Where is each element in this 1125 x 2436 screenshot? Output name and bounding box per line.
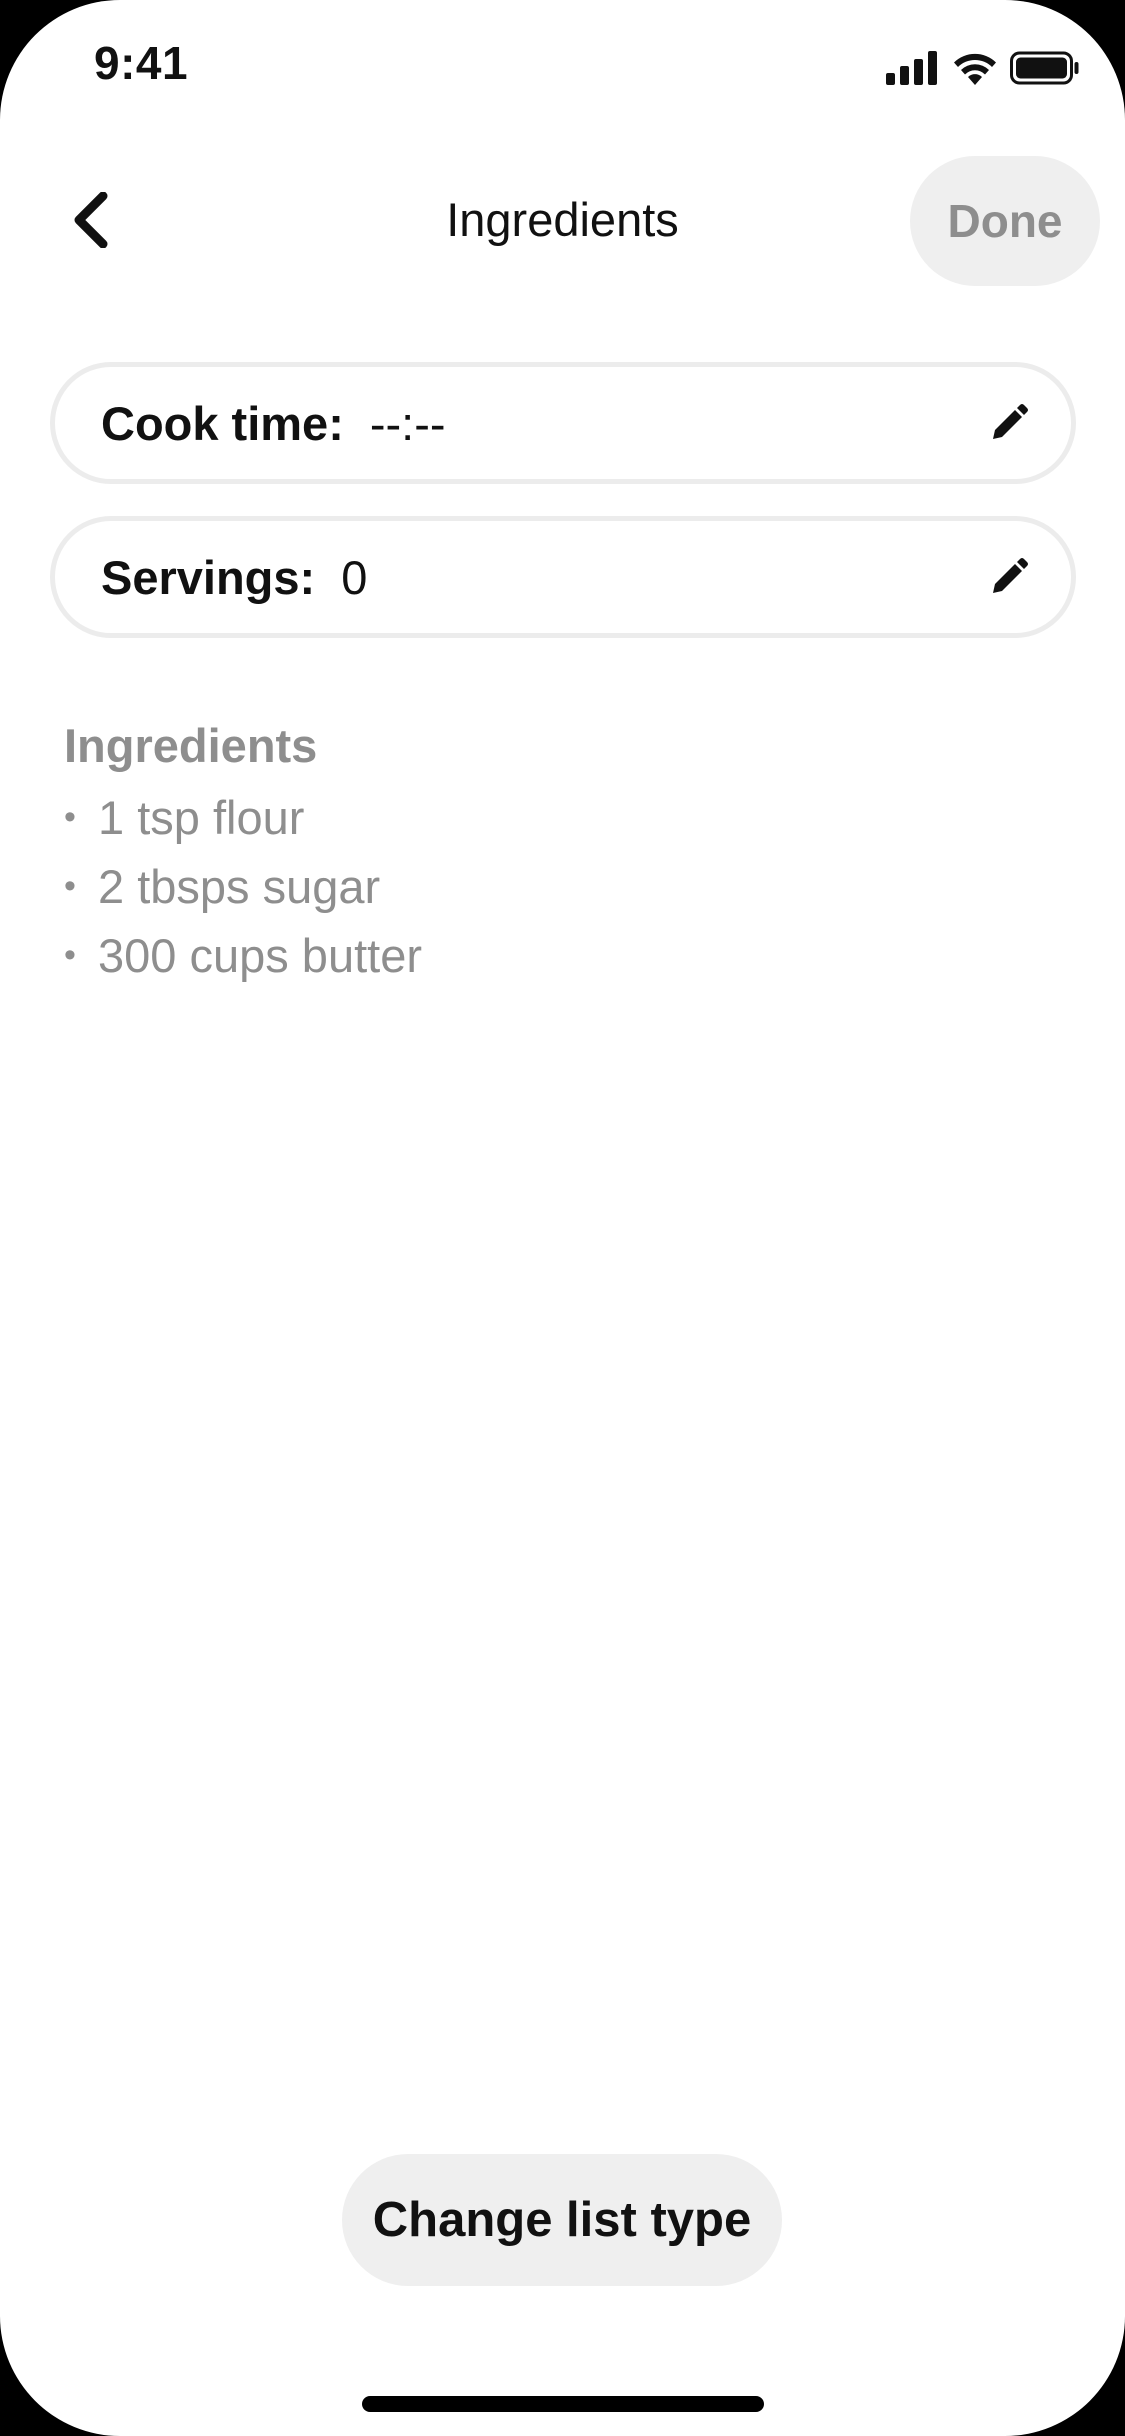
cook-time-value: --:-- — [369, 396, 446, 450]
change-list-type-button[interactable]: Change list type — [342, 2154, 782, 2286]
ingredient-text: 1 tsp flour — [98, 791, 305, 844]
bullet: • — [64, 798, 76, 836]
bullet: • — [64, 936, 76, 974]
ingredients-heading: Ingredients — [64, 719, 318, 772]
cellular-signal-icon — [886, 50, 940, 90]
wifi-icon — [952, 51, 998, 90]
status-time: 9:41 — [94, 37, 189, 89]
ingredients-list: • 1 tsp flour • 2 tbsps sugar • 300 cups… — [64, 783, 422, 990]
servings-label: Servings: — [101, 550, 316, 604]
ingredients-text[interactable]: Ingredients • 1 tsp flour • 2 tbsps suga… — [64, 714, 422, 990]
pencil-icon[interactable] — [987, 555, 1031, 599]
pencil-icon[interactable] — [987, 401, 1031, 445]
status-icons — [886, 50, 1080, 90]
bullet: • — [64, 867, 76, 905]
ingredients-screen: 9:41 Ingredients Done Cook time: --:-- S… — [0, 0, 1125, 2436]
ingredient-text: 2 tbsps sugar — [98, 860, 381, 913]
done-button[interactable]: Done — [910, 156, 1100, 286]
list-item: • 2 tbsps sugar — [64, 852, 422, 921]
ingredient-text: 300 cups butter — [98, 929, 422, 982]
home-indicator[interactable] — [362, 2396, 764, 2412]
battery-icon — [1010, 51, 1080, 90]
servings-value: 0 — [341, 550, 368, 604]
servings-field[interactable]: Servings: 0 — [50, 516, 1076, 638]
cook-time-field[interactable]: Cook time: --:-- — [50, 362, 1076, 484]
list-item: • 1 tsp flour — [64, 783, 422, 852]
list-item: • 300 cups butter — [64, 921, 422, 990]
cook-time-label: Cook time: — [101, 396, 344, 450]
